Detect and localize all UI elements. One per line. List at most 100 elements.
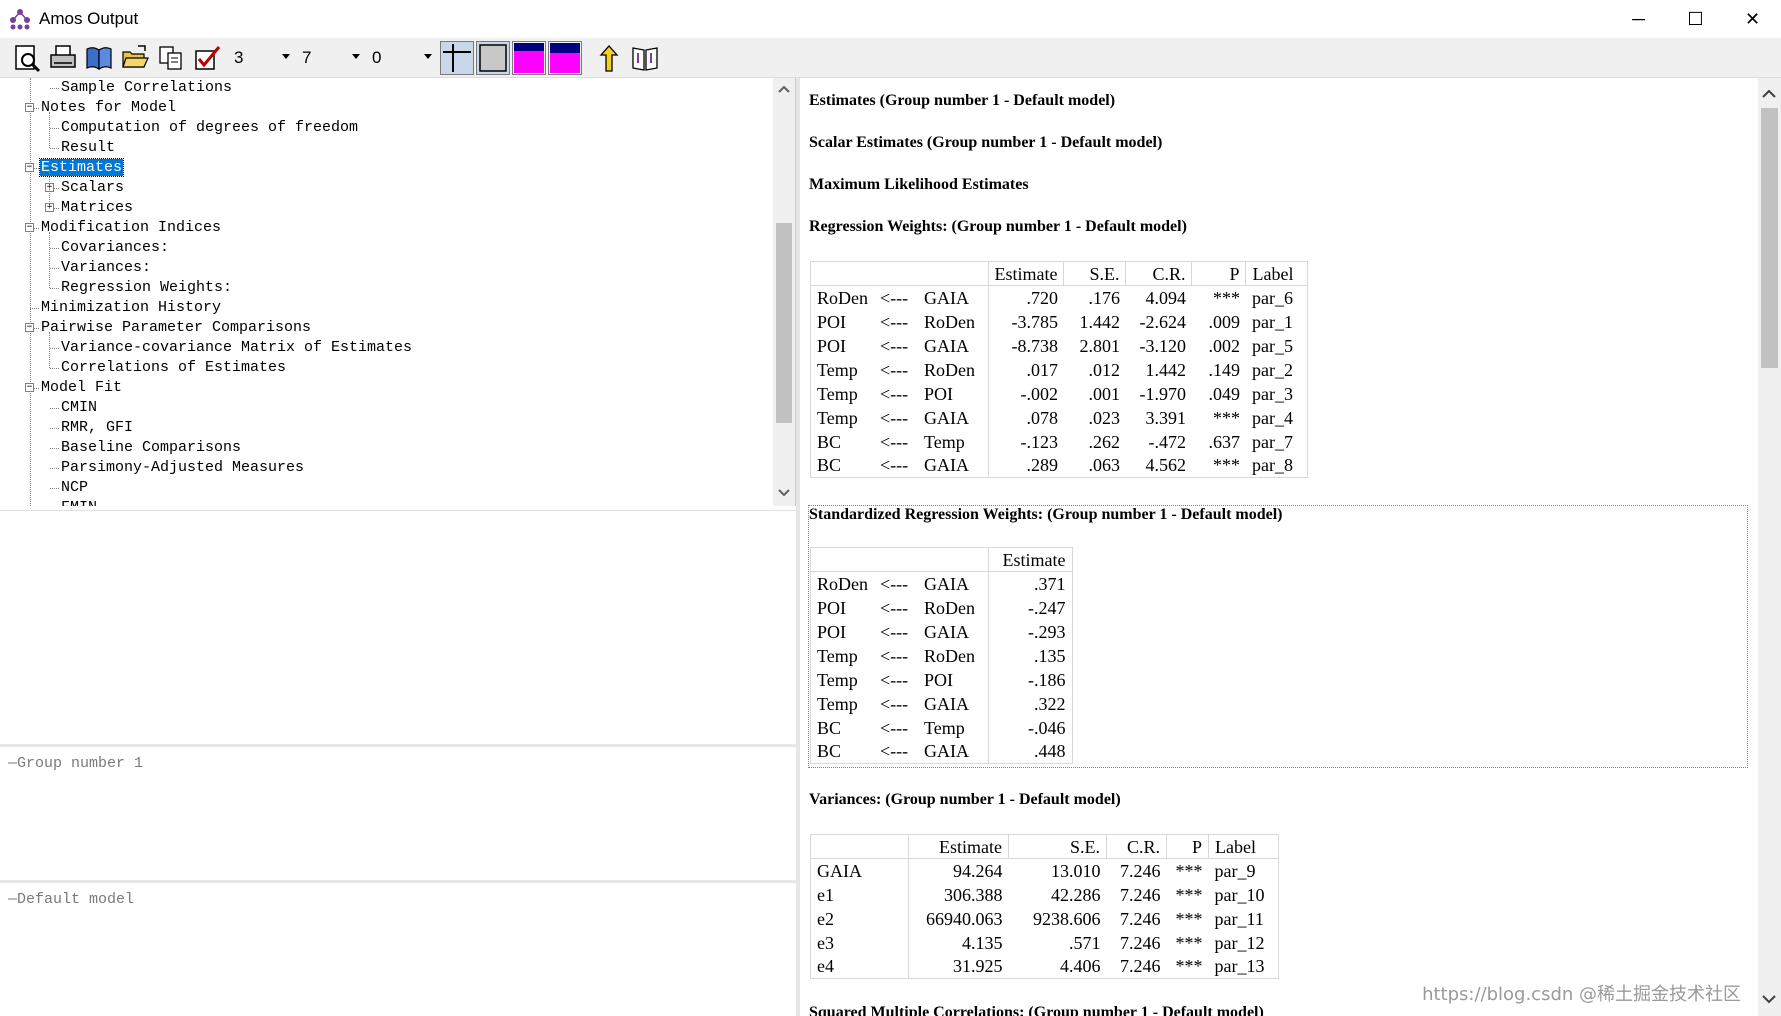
navy-header-toggle[interactable] [548,40,582,75]
value-cell: .009 [1208,311,1240,332]
help-button[interactable] [628,41,662,75]
options-button[interactable] [82,41,116,75]
variances-heading: Variances: (Group number 1 - Default mod… [809,791,1121,808]
watermark: https://blog.csdn @稀土掘金技术社区 [1422,984,1741,1005]
tree-item[interactable]: Computation of degrees of freedom [60,118,359,138]
scroll-down-icon[interactable] [1758,988,1780,1010]
table-row: RoDen <--- GAIA .720 .176 4.094 *** par_6 [811,285,1308,310]
table-row: BC <--- GAIA .289 .063 4.562 *** par_8 [811,453,1308,478]
value-cell: par_10 [1214,884,1265,905]
decimals-select[interactable]: 3 [230,42,294,73]
print-icon [50,44,76,68]
tree-item[interactable]: Model Fit [40,378,123,398]
collapse-icon[interactable]: − [25,323,34,332]
tree-item-label: Modification Indices [41,219,222,236]
column-header: Estimate [987,261,1065,286]
tree-item[interactable]: Baseline Comparisons [60,438,242,458]
collapse-icon[interactable]: − [25,103,34,112]
tree-scrollbar[interactable] [773,78,795,506]
tree-item[interactable]: Matrices [60,198,134,218]
value-cell: par_9 [1214,860,1256,881]
tree-scroll-thumb[interactable] [776,223,792,423]
tree-item[interactable]: Scalars [60,178,125,198]
row-label-cell: Temp [817,359,858,380]
row-label-cell: BC [817,717,842,738]
scroll-up-icon[interactable] [773,78,795,100]
print-preview-button[interactable] [10,41,44,75]
row-label-cell: <--- [880,335,909,356]
default-model-label: Default model [17,891,135,908]
tree-item[interactable]: Regression Weights: [60,278,233,298]
tree-item[interactable]: NCP [60,478,89,498]
value-cell: 9238.606 [1033,908,1101,929]
tree-item[interactable]: Minimization History [40,298,222,318]
significant-select[interactable]: 0 [368,42,436,73]
row-label-cell: POI [817,597,847,618]
value-cell: 4.094 [1145,287,1186,308]
value-cell: .063 [1088,455,1120,476]
navigation-tree-pane: Sample Correlations − Notes for Model Compu… [0,78,796,506]
copy-button[interactable] [154,41,188,75]
grid-lines-toggle[interactable] [440,40,474,75]
table-header-row: Estimate S.E. C.R. P Label [810,261,1309,286]
tree-item[interactable]: Result [60,138,116,158]
value-cell: .637 [1208,431,1240,452]
minimize-button[interactable]: ─ [1610,0,1667,38]
collapse-icon[interactable]: − [25,223,34,232]
value-cell: .448 [1034,741,1066,762]
column-width-select[interactable]: 7 [298,42,364,73]
tree-branch-line [49,112,50,148]
tree-item[interactable]: Correlations of Estimates [60,358,287,378]
value-cell: par_1 [1251,311,1293,332]
collapse-icon[interactable]: − [25,163,34,172]
tree-item-label: Estimates [38,158,125,177]
row-label-cell: e2 [810,906,909,931]
value-cell: 42.286 [1051,884,1101,905]
gray-background-toggle[interactable] [476,40,510,75]
value-cell: -.247 [1028,597,1066,618]
collapse-icon[interactable]: − [25,383,34,392]
value-cell: *** [1175,932,1203,953]
tree-item[interactable]: Pairwise Parameter Comparisons [40,318,312,338]
value-cell: par_2 [1251,359,1293,380]
tree-item[interactable]: RMR, GFI [60,418,134,438]
tree-item[interactable]: Covariances: [60,238,170,258]
tree-item[interactable]: Estimates [38,158,125,178]
value-cell: 7.246 [1120,884,1161,905]
table-row: Temp <--- RoDen .135 [811,643,1073,668]
output-scrollbar[interactable] [1758,78,1781,1016]
up-button[interactable] [592,41,626,75]
output-scroll-thumb[interactable] [1761,108,1778,368]
table-header-row: Estimate S.E. C.R. P Label [810,834,1279,859]
scroll-up-icon[interactable] [1758,82,1780,104]
tree-item[interactable]: Variances: [60,258,152,278]
tree-item[interactable]: Modification Indices [40,218,222,238]
scroll-down-icon[interactable] [773,482,795,504]
tree-item[interactable]: Notes for Model [40,98,177,118]
group-number-item[interactable]: —Group number 1 [8,755,143,772]
tree-connector-line [50,468,59,469]
tree-item[interactable]: CMIN [60,398,98,418]
default-model-item[interactable]: —Default model [8,891,134,908]
tree-item-label: Baseline Comparisons [61,439,242,456]
open-button[interactable] [118,41,152,75]
standardized-regression-heading: Standardized Regression Weights: (Group … [809,506,1283,523]
tree-item[interactable]: Parsimony-Adjusted Measures [60,458,305,478]
tree-connector-line [50,268,59,269]
close-button[interactable]: ✕ [1724,0,1781,38]
tree-item[interactable]: Variance-covariance Matrix of Estimates [60,338,413,358]
magenta-header-toggle[interactable] [512,40,546,75]
check-button[interactable] [190,41,224,75]
maximize-button[interactable]: ☐ [1667,0,1724,38]
group-selector-pane[interactable]: —Group number 1 [0,744,796,877]
tree-item[interactable]: FMIN [60,498,98,506]
print-button[interactable] [46,41,80,75]
column-header: S.E. [1063,261,1127,286]
table-row: POI <--- RoDen -3.785 1.442 -2.624 .009 par_1 [811,309,1308,334]
value-cell: .371 [1034,573,1066,594]
tree-item[interactable]: Sample Correlations [60,78,233,98]
column-header: Estimate [987,547,1073,572]
model-selector-pane[interactable]: —Default model [0,880,796,1016]
table-corner-cell [810,261,989,286]
value-cell: .012 [1088,359,1120,380]
